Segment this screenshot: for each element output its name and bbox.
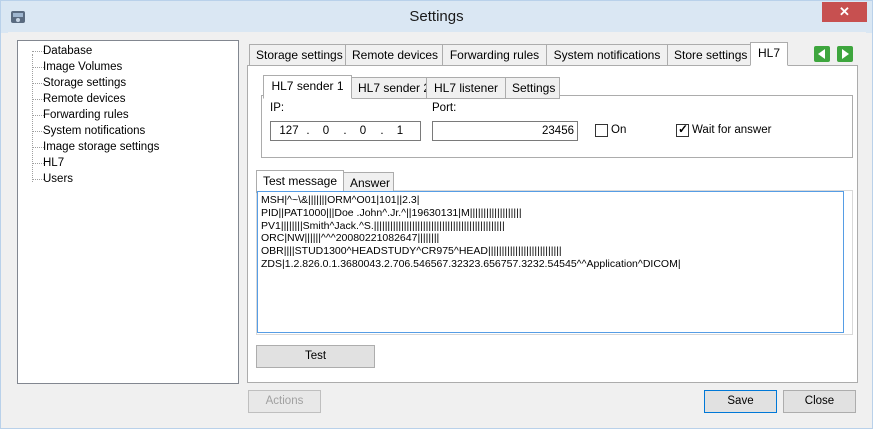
wait-for-answer-label: Wait for answer xyxy=(692,124,772,136)
tab-remote-devices[interactable]: Remote devices xyxy=(345,44,443,66)
on-checkbox[interactable] xyxy=(595,124,608,137)
ip-field[interactable]: 127 . 0 . 0 . 1 xyxy=(270,121,421,141)
ip-dot: . xyxy=(306,125,310,137)
ip-octet-2[interactable]: 0 xyxy=(314,122,338,140)
checkmark-icon: ✓ xyxy=(678,122,689,136)
tab-scroll-right-icon[interactable] xyxy=(837,46,853,62)
tab-storage-settings[interactable]: Storage settings xyxy=(249,44,346,66)
tab-hl7-sender-2[interactable]: HL7 sender 2 xyxy=(351,77,430,99)
tab-scroll-left-icon[interactable] xyxy=(814,46,830,62)
on-label: On xyxy=(611,124,627,136)
ip-octet-1[interactable]: 127 xyxy=(277,122,301,140)
wait-for-answer-checkbox[interactable]: ✓ xyxy=(676,122,689,137)
ip-label: IP: xyxy=(270,102,285,114)
settings-tree[interactable]: Database Image Volumes Storage settings … xyxy=(17,40,239,384)
test-message-textarea[interactable]: MSH|^~\&|||||||ORM^O01|101||2.3| PID||PA… xyxy=(257,191,844,333)
settings-window: Settings ✕ Database Image Volumes Storag… xyxy=(0,0,873,429)
tab-forwarding-rules[interactable]: Forwarding rules xyxy=(442,44,547,66)
test-button[interactable]: Test xyxy=(256,345,375,368)
ip-dot: . xyxy=(380,125,384,137)
tab-system-notifications[interactable]: System notifications xyxy=(546,44,668,66)
title-bar: Settings ✕ xyxy=(1,1,872,33)
client-area: Database Image Volumes Storage settings … xyxy=(8,32,866,422)
port-field[interactable]: 23456 xyxy=(432,121,578,141)
window-title: Settings xyxy=(409,8,464,25)
window-close-button[interactable]: ✕ xyxy=(822,2,867,22)
ip-octet-3[interactable]: 0 xyxy=(351,122,375,140)
close-button[interactable]: Close xyxy=(783,390,856,413)
tab-hl7[interactable]: HL7 xyxy=(750,42,788,66)
ip-octet-4[interactable]: 1 xyxy=(388,122,412,140)
ip-dot: . xyxy=(343,125,347,137)
tab-store-settings[interactable]: Store settings xyxy=(667,44,751,66)
port-label: Port: xyxy=(432,102,457,114)
tab-hl7-listener[interactable]: HL7 listener xyxy=(426,77,506,99)
save-button[interactable]: Save xyxy=(704,390,777,413)
actions-button[interactable]: Actions xyxy=(248,390,321,413)
tab-hl7-sender-1[interactable]: HL7 sender 1 xyxy=(263,75,352,99)
tab-sender-settings[interactable]: Settings xyxy=(505,77,560,99)
